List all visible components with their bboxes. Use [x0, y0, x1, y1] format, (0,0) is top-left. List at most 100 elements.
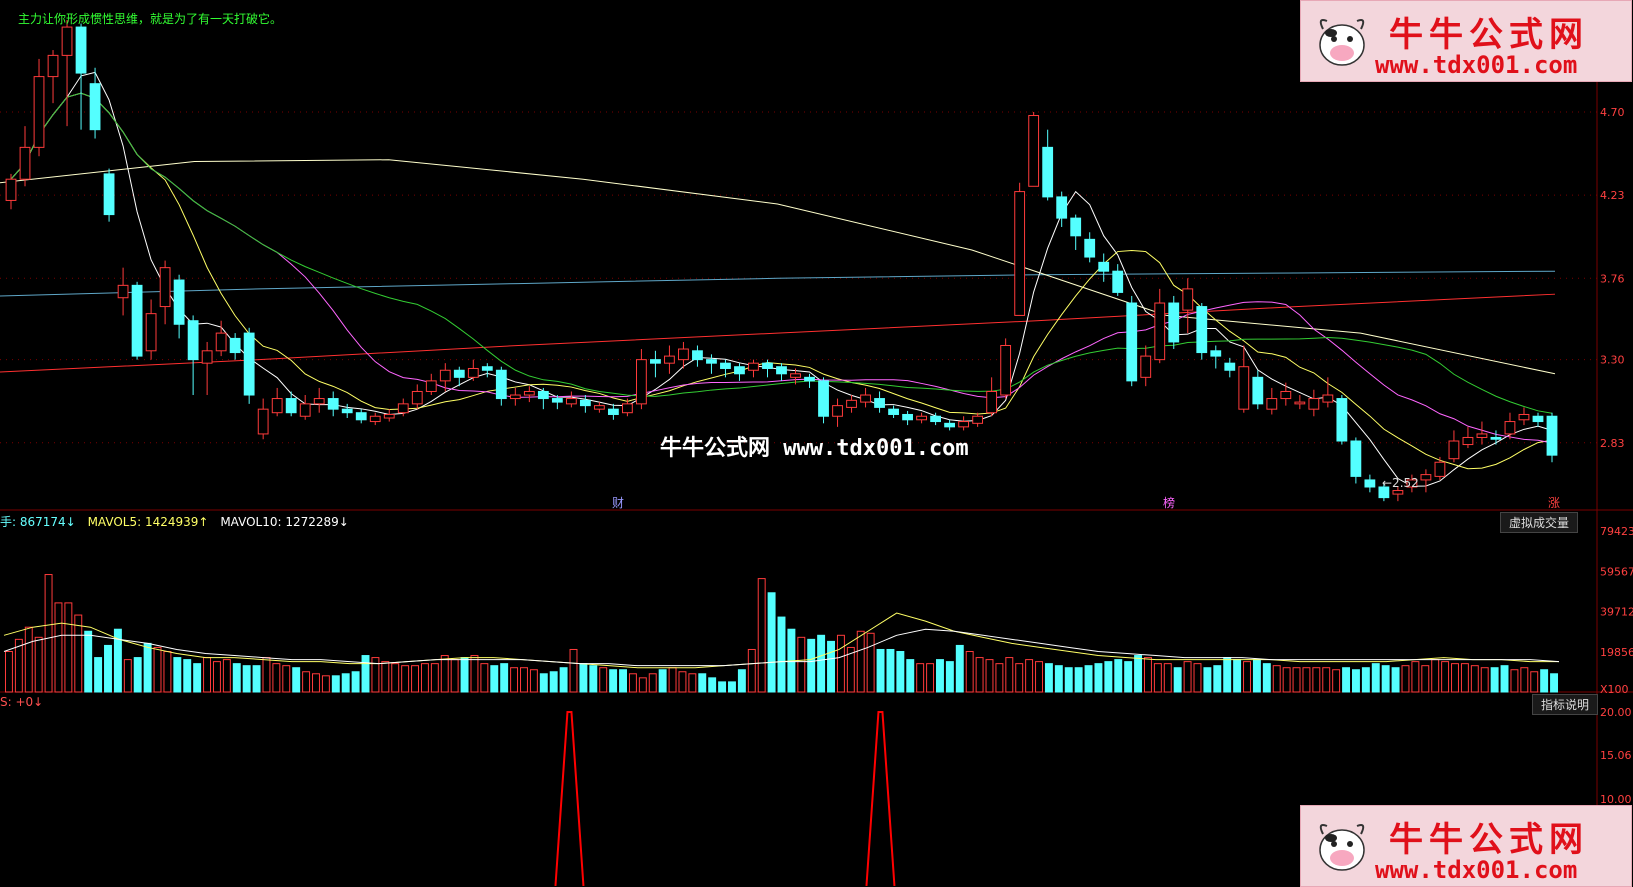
volume-bar [916, 663, 925, 693]
candle-body [285, 398, 297, 414]
candle-body [495, 369, 507, 400]
volume-bar [321, 675, 330, 693]
candle-body [327, 398, 339, 410]
volume-value: 手: 867174↓ [0, 515, 76, 529]
price-tick-label: 3.76 [1600, 272, 1625, 285]
volume-bar [1233, 659, 1242, 693]
candle-body [1112, 270, 1124, 293]
marker-cai[interactable]: 财 [612, 494, 624, 511]
candle-body [341, 408, 353, 414]
candle-body [19, 146, 31, 180]
volume-bar [292, 667, 301, 693]
volume-bar [1540, 669, 1549, 693]
volume-bars[interactable] [4, 574, 1559, 693]
volume-bar [1411, 661, 1420, 693]
indicator-spike [554, 711, 585, 886]
candle-body [47, 54, 59, 78]
candle-body [1434, 461, 1446, 477]
volume-bar [123, 659, 132, 693]
volume-bar [1084, 665, 1093, 693]
candle-body [1042, 146, 1054, 198]
volume-bar [1143, 657, 1152, 693]
volume-bar [331, 675, 340, 693]
price-axis: 4.70 4.23 3.76 3.30 2.83 79423 59567 39712 19856… [1600, 106, 1633, 806]
volume-bar [678, 671, 687, 693]
volume-bar [1203, 667, 1212, 693]
volume-bar [381, 661, 390, 693]
candle-body [229, 337, 241, 354]
logo-title: 牛牛公式网 [1389, 15, 1589, 55]
indicator-header: S: +0↓ [0, 695, 44, 709]
ma10-line [10, 92, 1553, 470]
candle-body [706, 359, 717, 364]
marker-zhang[interactable]: 涨 [1548, 494, 1560, 511]
volume-bar [371, 657, 380, 693]
volume-bar [1302, 667, 1311, 693]
indicator-series [554, 711, 896, 886]
min-price-label: ←2.52 [1382, 476, 1419, 490]
candle-body [888, 408, 899, 415]
volume-bar [1381, 665, 1390, 693]
marker-bang[interactable]: 榜 [1163, 494, 1175, 511]
candle-body [1028, 115, 1040, 187]
logo-url[interactable]: www.tdx001.com [1375, 856, 1577, 884]
volume-bar [1292, 667, 1301, 693]
volume-bar [1332, 669, 1341, 693]
candle-body [271, 398, 283, 414]
volume-bar [628, 673, 637, 693]
flat-line [0, 270, 1556, 297]
candle-body [411, 390, 423, 405]
volume-bar [1510, 669, 1519, 693]
volume-bar [1530, 671, 1539, 693]
volume-bar [926, 663, 935, 693]
volume-bar [648, 673, 657, 693]
volume-bar [1163, 663, 1172, 693]
candle-body [1266, 398, 1278, 410]
candle-body [523, 390, 535, 396]
volume-bar [1223, 657, 1232, 693]
candle-body [621, 403, 633, 414]
volume-bar [985, 659, 994, 693]
volume-bar [1351, 669, 1360, 693]
candle-body [958, 421, 970, 428]
volume-bar [133, 657, 142, 693]
candle-body [846, 399, 857, 408]
volume-bar [1282, 667, 1291, 693]
candle-body [537, 390, 549, 400]
volume-bar [173, 657, 182, 693]
volume-bar [282, 665, 291, 693]
candlestick-series[interactable] [5, 20, 1558, 502]
volume-bar [836, 634, 845, 693]
volume-bar [688, 673, 697, 693]
volume-bar [737, 669, 746, 693]
volume-bar [718, 681, 727, 693]
volume-bar [936, 659, 944, 693]
candle-body [818, 380, 829, 417]
volume-bar [1054, 665, 1063, 693]
volume-bar [1025, 659, 1034, 693]
volume-bar [312, 673, 320, 693]
volume-bar [1104, 661, 1113, 693]
volume-bar [1094, 663, 1103, 693]
volume-bar [1193, 663, 1202, 693]
volume-bar [1460, 663, 1469, 693]
logo-url[interactable]: www.tdx001.com [1375, 51, 1577, 79]
indicator-help-button[interactable]: 指标说明 [1532, 694, 1599, 715]
volume-bar [143, 642, 152, 693]
logo-top: 牛牛公式网 www.tdx001.com [1300, 0, 1632, 82]
volume-bar [1074, 667, 1083, 693]
volume-bar [4, 651, 13, 693]
candle-body [89, 83, 101, 131]
volume-bar [391, 663, 400, 693]
candle-body [874, 398, 885, 408]
candle-body [650, 359, 661, 364]
candle-body [1350, 440, 1362, 477]
candle-body [972, 415, 984, 424]
volume-selector-button[interactable]: 虚拟成交量 [1500, 512, 1579, 533]
mavol10-value: MAVOL10: 1272289↓ [220, 515, 349, 529]
candle-body [762, 362, 773, 369]
volume-bar [64, 602, 73, 693]
candle-body [425, 380, 437, 392]
candle-body [383, 413, 395, 419]
candle-body [916, 415, 927, 421]
